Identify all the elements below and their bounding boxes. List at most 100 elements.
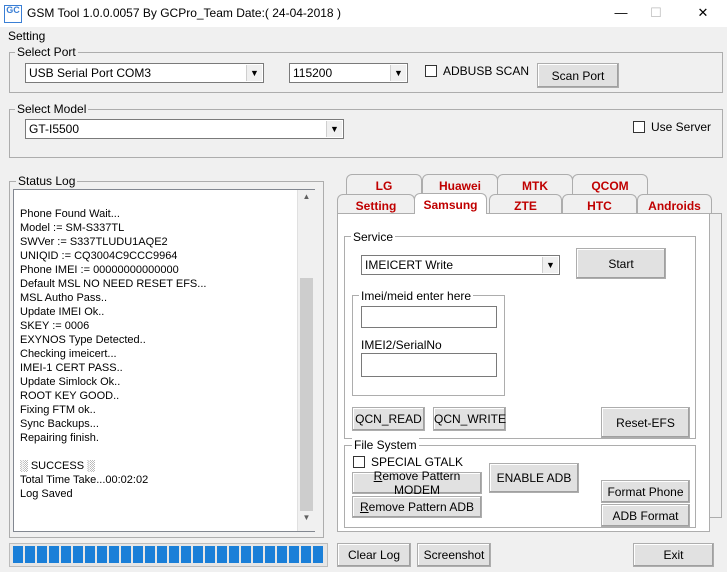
progress-segment	[277, 546, 287, 563]
log-line: SWVer := S337TLUDU1AQE2	[20, 236, 168, 248]
enable-adb-button[interactable]: ENABLE ADB	[489, 463, 579, 493]
progress-segment	[313, 546, 323, 563]
special-gtalk-checkbox[interactable]	[353, 456, 365, 468]
format-phone-button[interactable]: Format Phone	[601, 480, 690, 503]
log-line: Phone IMEI := 00000000000000	[20, 264, 179, 276]
mnemonic-r: R	[373, 469, 383, 483]
imei-input[interactable]	[361, 306, 497, 328]
port-value: USB Serial Port COM3	[29, 66, 152, 80]
chevron-down-icon: ▼	[246, 65, 262, 81]
tab-setting[interactable]: Setting	[337, 194, 415, 214]
log-line: ROOT KEY GOOD..	[20, 390, 120, 402]
port-select[interactable]: USB Serial Port COM3 ▼	[25, 63, 264, 83]
exit-button[interactable]: Exit	[633, 543, 714, 567]
maximize-icon[interactable]: ☐	[646, 4, 666, 22]
scroll-down-icon[interactable]: ▼	[298, 513, 315, 527]
progress-segment	[253, 546, 263, 563]
service-mode-value: IMEICERT Write	[365, 258, 454, 272]
reset-efs-label: Reset-EFS	[616, 415, 675, 430]
tab-mtk[interactable]: MTK	[497, 174, 573, 196]
progress-segment	[181, 546, 191, 563]
clear-log-label: Clear Log	[347, 548, 401, 562]
log-scroll-thumb[interactable]	[300, 278, 313, 511]
progress-segment	[241, 546, 251, 563]
qcn-write-button[interactable]: QCN_WRITE	[433, 407, 506, 431]
tab-label: ZTE	[514, 199, 537, 213]
imei2-input[interactable]	[361, 353, 497, 377]
remove-pattern-modem-text: emove Pattern MODEM	[382, 469, 461, 497]
adbusb-scan-checkbox[interactable]	[425, 65, 437, 77]
model-select[interactable]: GT-I5500 ▼	[25, 119, 344, 139]
log-line: Phone Found Wait...	[20, 208, 120, 220]
remove-pattern-adb-label: Remove Pattern ADB	[353, 500, 481, 514]
progress-segment	[193, 546, 203, 563]
log-line: Default MSL NO NEED RESET EFS...	[20, 278, 207, 290]
log-line: MSL Autho Pass..	[20, 292, 108, 304]
reset-efs-button[interactable]: Reset-EFS	[601, 407, 690, 438]
tab-label: QCOM	[591, 179, 629, 193]
log-line: Checking imeicert...	[20, 348, 117, 360]
tab-label: Huawei	[438, 179, 481, 193]
model-value: GT-I5500	[29, 122, 80, 136]
progress-segment	[301, 546, 311, 563]
progress-segment	[169, 546, 179, 563]
chevron-down-icon: ▼	[326, 121, 342, 137]
remove-pattern-modem-button[interactable]: Remove Pattern MODEM	[352, 469, 482, 497]
tab-htc[interactable]: HTC	[562, 194, 637, 214]
tab-zte[interactable]: ZTE	[489, 194, 562, 214]
start-button[interactable]: Start	[576, 248, 666, 279]
minimize-icon[interactable]: —	[611, 4, 631, 22]
use-server-label: Use Server	[651, 120, 712, 134]
scan-port-label: Scan Port	[551, 68, 605, 83]
progress-segment	[217, 546, 227, 563]
start-label: Start	[608, 256, 634, 271]
window-title: GSM Tool 1.0.0.0057 By GCPro_Team Date:(…	[27, 6, 341, 20]
adbusb-scan-label: ADBUSB SCAN	[443, 64, 530, 78]
close-icon[interactable]: ✕	[693, 4, 713, 22]
remove-pattern-modem-label: Remove Pattern MODEM	[353, 469, 481, 497]
tab-label: Androids	[648, 199, 701, 213]
adb-format-button[interactable]: ADB Format	[601, 504, 690, 527]
baud-select[interactable]: 115200 ▼	[289, 63, 408, 83]
log-line: IMEI-1 CERT PASS..	[20, 362, 123, 374]
progress-segment	[85, 546, 95, 563]
qcn-read-button[interactable]: QCN_READ	[352, 407, 425, 431]
progress-segment	[121, 546, 131, 563]
log-line: EXYNOS Type Detected..	[20, 334, 146, 346]
chevron-down-icon: ▼	[542, 257, 558, 273]
tab-label: Setting	[355, 199, 397, 213]
tab-label: LG	[375, 179, 393, 193]
tab-samsung[interactable]: Samsung	[414, 193, 487, 214]
service-mode-select[interactable]: IMEICERT Write ▼	[361, 255, 560, 275]
screenshot-label: Screenshot	[423, 548, 485, 562]
imei2-label: IMEI2/SerialNo	[361, 338, 442, 352]
log-line: Log Saved	[20, 488, 73, 500]
select-port-label: Select Port	[15, 45, 78, 59]
log-line: Update Simlock Ok..	[20, 376, 121, 388]
exit-label: Exit	[663, 548, 684, 562]
adb-format-label: ADB Format	[612, 508, 679, 523]
progress-segment	[97, 546, 107, 563]
progress-segment	[229, 546, 239, 563]
progress-segment	[145, 546, 155, 563]
use-server-checkbox[interactable]	[633, 121, 645, 133]
mnemonic-r: R	[359, 500, 369, 514]
remove-pattern-adb-button[interactable]: Remove Pattern ADB	[352, 496, 482, 518]
progress-segment	[205, 546, 215, 563]
clear-log-button[interactable]: Clear Log	[337, 543, 411, 567]
progress-segment	[265, 546, 275, 563]
tab-qcom[interactable]: QCOM	[572, 174, 648, 196]
tab-lg[interactable]: LG	[346, 174, 422, 196]
log-scrollbar[interactable]: ▲ ▼	[297, 190, 315, 531]
tab-androids[interactable]: Androids	[637, 194, 712, 214]
progress-segment	[133, 546, 143, 563]
progress-segment	[37, 546, 47, 563]
progress-segment	[289, 546, 299, 563]
status-log-textbox[interactable]: Phone Found Wait... Model := SM-S337TL SWV…	[13, 189, 315, 532]
menu-setting[interactable]: Setting	[8, 29, 45, 43]
screenshot-button[interactable]: Screenshot	[417, 543, 491, 567]
scroll-up-icon[interactable]: ▲	[298, 192, 315, 206]
progress-segment	[25, 546, 35, 563]
remove-pattern-adb-text: emove Pattern ADB	[368, 500, 475, 514]
scan-port-button[interactable]: Scan Port	[537, 63, 619, 88]
